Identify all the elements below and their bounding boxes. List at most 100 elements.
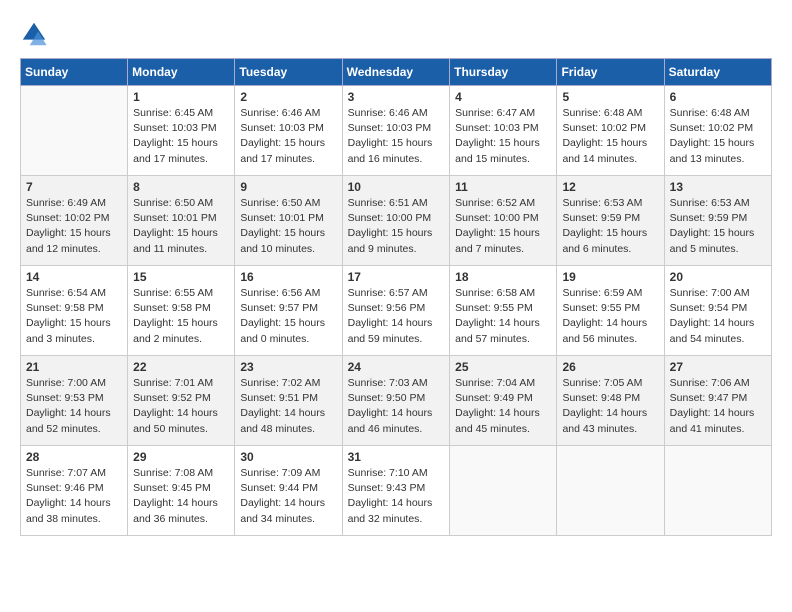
day-number: 12 xyxy=(562,180,658,194)
day-info: Sunrise: 6:47 AMSunset: 10:03 PMDaylight… xyxy=(455,106,551,167)
calendar-cell: 12 Sunrise: 6:53 AMSunset: 9:59 PMDayligh… xyxy=(557,176,664,266)
day-info: Sunrise: 6:59 AMSunset: 9:55 PMDaylight:… xyxy=(562,286,658,347)
day-number: 30 xyxy=(240,450,336,464)
calendar-cell: 31 Sunrise: 7:10 AMSunset: 9:43 PMDayligh… xyxy=(342,446,450,536)
calendar-cell: 5 Sunrise: 6:48 AMSunset: 10:02 PMDayligh… xyxy=(557,86,664,176)
day-info: Sunrise: 6:48 AMSunset: 10:02 PMDaylight… xyxy=(670,106,766,167)
day-number: 25 xyxy=(455,360,551,374)
calendar-cell xyxy=(450,446,557,536)
day-info: Sunrise: 6:46 AMSunset: 10:03 PMDaylight… xyxy=(348,106,445,167)
day-info: Sunrise: 7:03 AMSunset: 9:50 PMDaylight:… xyxy=(348,376,445,437)
calendar-cell xyxy=(664,446,771,536)
calendar-week-row: 21Sunrise: 7:00 AMSunset: 9:53 PMDayligh… xyxy=(21,356,772,446)
calendar-cell: 7 Sunrise: 6:49 AMSunset: 10:02 PMDayligh… xyxy=(21,176,128,266)
calendar-cell xyxy=(21,86,128,176)
calendar-cell: 9 Sunrise: 6:50 AMSunset: 10:01 PMDayligh… xyxy=(235,176,342,266)
day-number: 23 xyxy=(240,360,336,374)
day-info: Sunrise: 7:07 AMSunset: 9:46 PMDaylight:… xyxy=(26,466,122,527)
calendar-cell: 4 Sunrise: 6:47 AMSunset: 10:03 PMDayligh… xyxy=(450,86,557,176)
day-info: Sunrise: 6:50 AMSunset: 10:01 PMDaylight… xyxy=(133,196,229,257)
day-number: 4 xyxy=(455,90,551,104)
calendar-cell: 24 Sunrise: 7:03 AMSunset: 9:50 PMDayligh… xyxy=(342,356,450,446)
day-info: Sunrise: 6:55 AMSunset: 9:58 PMDaylight:… xyxy=(133,286,229,347)
calendar-cell: 19 Sunrise: 6:59 AMSunset: 9:55 PMDayligh… xyxy=(557,266,664,356)
day-number: 8 xyxy=(133,180,229,194)
calendar-cell: 17 Sunrise: 6:57 AMSunset: 9:56 PMDayligh… xyxy=(342,266,450,356)
calendar-cell: 27 Sunrise: 7:06 AMSunset: 9:47 PMDayligh… xyxy=(664,356,771,446)
day-number: 11 xyxy=(455,180,551,194)
day-info: Sunrise: 6:52 AMSunset: 10:00 PMDaylight… xyxy=(455,196,551,257)
calendar-cell: 11 Sunrise: 6:52 AMSunset: 10:00 PMDaylig… xyxy=(450,176,557,266)
calendar-cell: 1 Sunrise: 6:45 AMSunset: 10:03 PMDayligh… xyxy=(128,86,235,176)
page-header xyxy=(20,20,772,48)
day-number: 18 xyxy=(455,270,551,284)
day-number: 28 xyxy=(26,450,122,464)
calendar-cell: 3 Sunrise: 6:46 AMSunset: 10:03 PMDayligh… xyxy=(342,86,450,176)
calendar-cell: 6 Sunrise: 6:48 AMSunset: 10:02 PMDayligh… xyxy=(664,86,771,176)
day-info: Sunrise: 7:08 AMSunset: 9:45 PMDaylight:… xyxy=(133,466,229,527)
header-thursday: Thursday xyxy=(450,59,557,86)
day-number: 5 xyxy=(562,90,658,104)
day-number: 31 xyxy=(348,450,445,464)
calendar-cell xyxy=(557,446,664,536)
day-info: Sunrise: 6:53 AMSunset: 9:59 PMDaylight:… xyxy=(562,196,658,257)
day-number: 24 xyxy=(348,360,445,374)
calendar-cell: 25 Sunrise: 7:04 AMSunset: 9:49 PMDayligh… xyxy=(450,356,557,446)
day-number: 27 xyxy=(670,360,766,374)
day-info: Sunrise: 6:57 AMSunset: 9:56 PMDaylight:… xyxy=(348,286,445,347)
day-number: 3 xyxy=(348,90,445,104)
calendar-cell: 18 Sunrise: 6:58 AMSunset: 9:55 PMDayligh… xyxy=(450,266,557,356)
day-number: 26 xyxy=(562,360,658,374)
day-info: Sunrise: 6:46 AMSunset: 10:03 PMDaylight… xyxy=(240,106,336,167)
day-info: Sunrise: 7:04 AMSunset: 9:49 PMDaylight:… xyxy=(455,376,551,437)
day-info: Sunrise: 7:06 AMSunset: 9:47 PMDaylight:… xyxy=(670,376,766,437)
day-number: 17 xyxy=(348,270,445,284)
calendar-cell: 16 Sunrise: 6:56 AMSunset: 9:57 PMDayligh… xyxy=(235,266,342,356)
logo xyxy=(20,20,50,48)
day-info: Sunrise: 7:00 AMSunset: 9:54 PMDaylight:… xyxy=(670,286,766,347)
day-info: Sunrise: 6:56 AMSunset: 9:57 PMDaylight:… xyxy=(240,286,336,347)
day-number: 15 xyxy=(133,270,229,284)
calendar-cell: 14 Sunrise: 6:54 AMSunset: 9:58 PMDayligh… xyxy=(21,266,128,356)
day-info: Sunrise: 7:05 AMSunset: 9:48 PMDaylight:… xyxy=(562,376,658,437)
header-tuesday: Tuesday xyxy=(235,59,342,86)
calendar-week-row: 1 Sunrise: 6:45 AMSunset: 10:03 PMDayligh… xyxy=(21,86,772,176)
day-number: 9 xyxy=(240,180,336,194)
day-info: Sunrise: 6:49 AMSunset: 10:02 PMDaylight… xyxy=(26,196,122,257)
day-number: 13 xyxy=(670,180,766,194)
logo-icon xyxy=(20,20,48,48)
day-number: 19 xyxy=(562,270,658,284)
calendar-week-row: 7 Sunrise: 6:49 AMSunset: 10:02 PMDayligh… xyxy=(21,176,772,266)
day-info: Sunrise: 6:53 AMSunset: 9:59 PMDaylight:… xyxy=(670,196,766,257)
day-info: Sunrise: 6:48 AMSunset: 10:02 PMDaylight… xyxy=(562,106,658,167)
day-info: Sunrise: 7:10 AMSunset: 9:43 PMDaylight:… xyxy=(348,466,445,527)
calendar-cell: 29Sunrise: 7:08 AMSunset: 9:45 PMDayligh… xyxy=(128,446,235,536)
day-number: 21 xyxy=(26,360,122,374)
day-number: 16 xyxy=(240,270,336,284)
calendar-header-row: SundayMondayTuesdayWednesdayThursdayFrid… xyxy=(21,59,772,86)
day-number: 14 xyxy=(26,270,122,284)
day-number: 6 xyxy=(670,90,766,104)
calendar-cell: 8 Sunrise: 6:50 AMSunset: 10:01 PMDayligh… xyxy=(128,176,235,266)
day-number: 10 xyxy=(348,180,445,194)
day-number: 7 xyxy=(26,180,122,194)
day-info: Sunrise: 7:02 AMSunset: 9:51 PMDaylight:… xyxy=(240,376,336,437)
day-number: 20 xyxy=(670,270,766,284)
day-info: Sunrise: 6:54 AMSunset: 9:58 PMDaylight:… xyxy=(26,286,122,347)
calendar-cell: 22Sunrise: 7:01 AMSunset: 9:52 PMDayligh… xyxy=(128,356,235,446)
header-monday: Monday xyxy=(128,59,235,86)
day-info: Sunrise: 6:51 AMSunset: 10:00 PMDaylight… xyxy=(348,196,445,257)
calendar-cell: 20 Sunrise: 7:00 AMSunset: 9:54 PMDayligh… xyxy=(664,266,771,356)
calendar-cell: 15 Sunrise: 6:55 AMSunset: 9:58 PMDayligh… xyxy=(128,266,235,356)
calendar-cell: 10 Sunrise: 6:51 AMSunset: 10:00 PMDaylig… xyxy=(342,176,450,266)
calendar-cell: 2 Sunrise: 6:46 AMSunset: 10:03 PMDayligh… xyxy=(235,86,342,176)
calendar-table: SundayMondayTuesdayWednesdayThursdayFrid… xyxy=(20,58,772,536)
calendar-week-row: 14 Sunrise: 6:54 AMSunset: 9:58 PMDayligh… xyxy=(21,266,772,356)
day-number: 22 xyxy=(133,360,229,374)
calendar-cell: 26 Sunrise: 7:05 AMSunset: 9:48 PMDayligh… xyxy=(557,356,664,446)
day-number: 2 xyxy=(240,90,336,104)
day-info: Sunrise: 6:50 AMSunset: 10:01 PMDaylight… xyxy=(240,196,336,257)
day-number: 1 xyxy=(133,90,229,104)
day-info: Sunrise: 6:58 AMSunset: 9:55 PMDaylight:… xyxy=(455,286,551,347)
day-info: Sunrise: 6:45 AMSunset: 10:03 PMDaylight… xyxy=(133,106,229,167)
